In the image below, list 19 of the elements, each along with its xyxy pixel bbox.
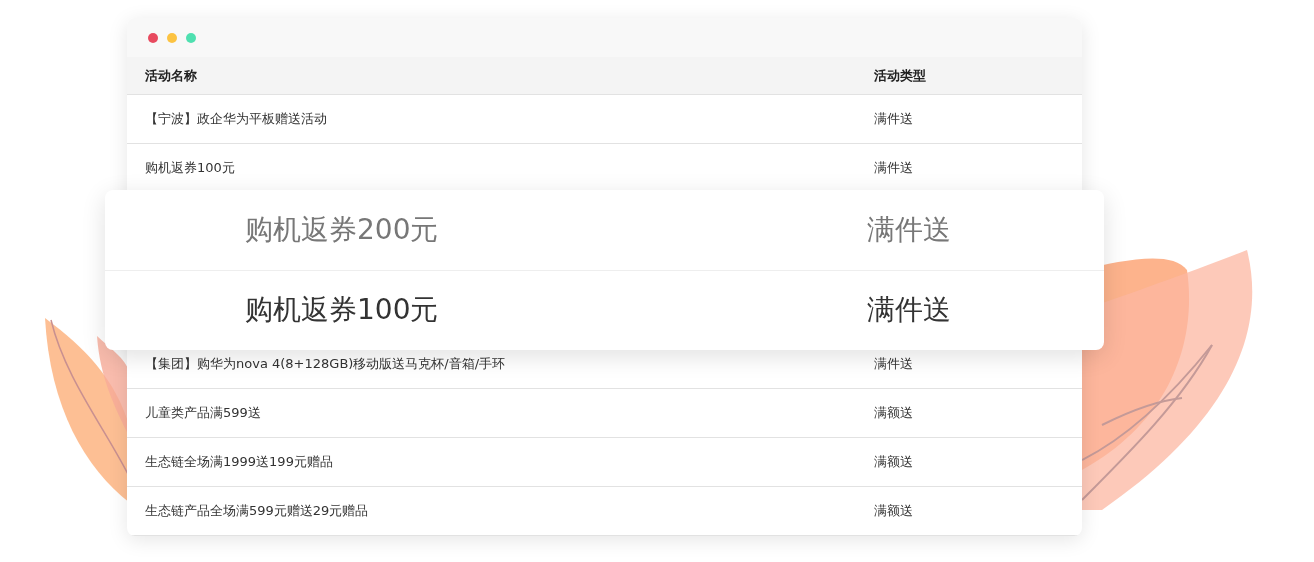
zoom-row[interactable]: 购机返券100元 满件送 (105, 269, 1104, 350)
column-header: 活动类型 (874, 66, 926, 85)
table-cell-text: 购机返券100元 (144, 159, 236, 177)
table-cell-text: 【集团】购华为nova 4(8+128GB)移动版送马克杯/音箱/手环 (144, 355, 507, 373)
window-control-dot[interactable] (186, 32, 196, 43)
table-cell-text: 【宁波】政企华为平板赠送活动 (144, 110, 328, 128)
table-cell: 满件送 (874, 159, 913, 177)
table-cell-text: 生态链产品全场满599元赠送29元赠品 (144, 502, 370, 520)
zoom-row[interactable]: 购机返券200元 满件送 (105, 190, 1104, 270)
table-cell: 满件送 (874, 355, 913, 373)
table-cell: 满额送 (874, 502, 913, 520)
table-cell: 满件送 (874, 110, 913, 128)
window-control-dot[interactable] (167, 32, 177, 43)
window-control-dot[interactable] (148, 32, 158, 43)
table-cell-text: 儿童类产品满599送 (144, 404, 262, 422)
table-cell: 满额送 (874, 453, 913, 471)
table-cell: 满额送 (874, 404, 913, 422)
table-cell-text: 生态链全场满1999送199元赠品 (144, 453, 334, 471)
column-header: 活动名称 (144, 66, 198, 85)
